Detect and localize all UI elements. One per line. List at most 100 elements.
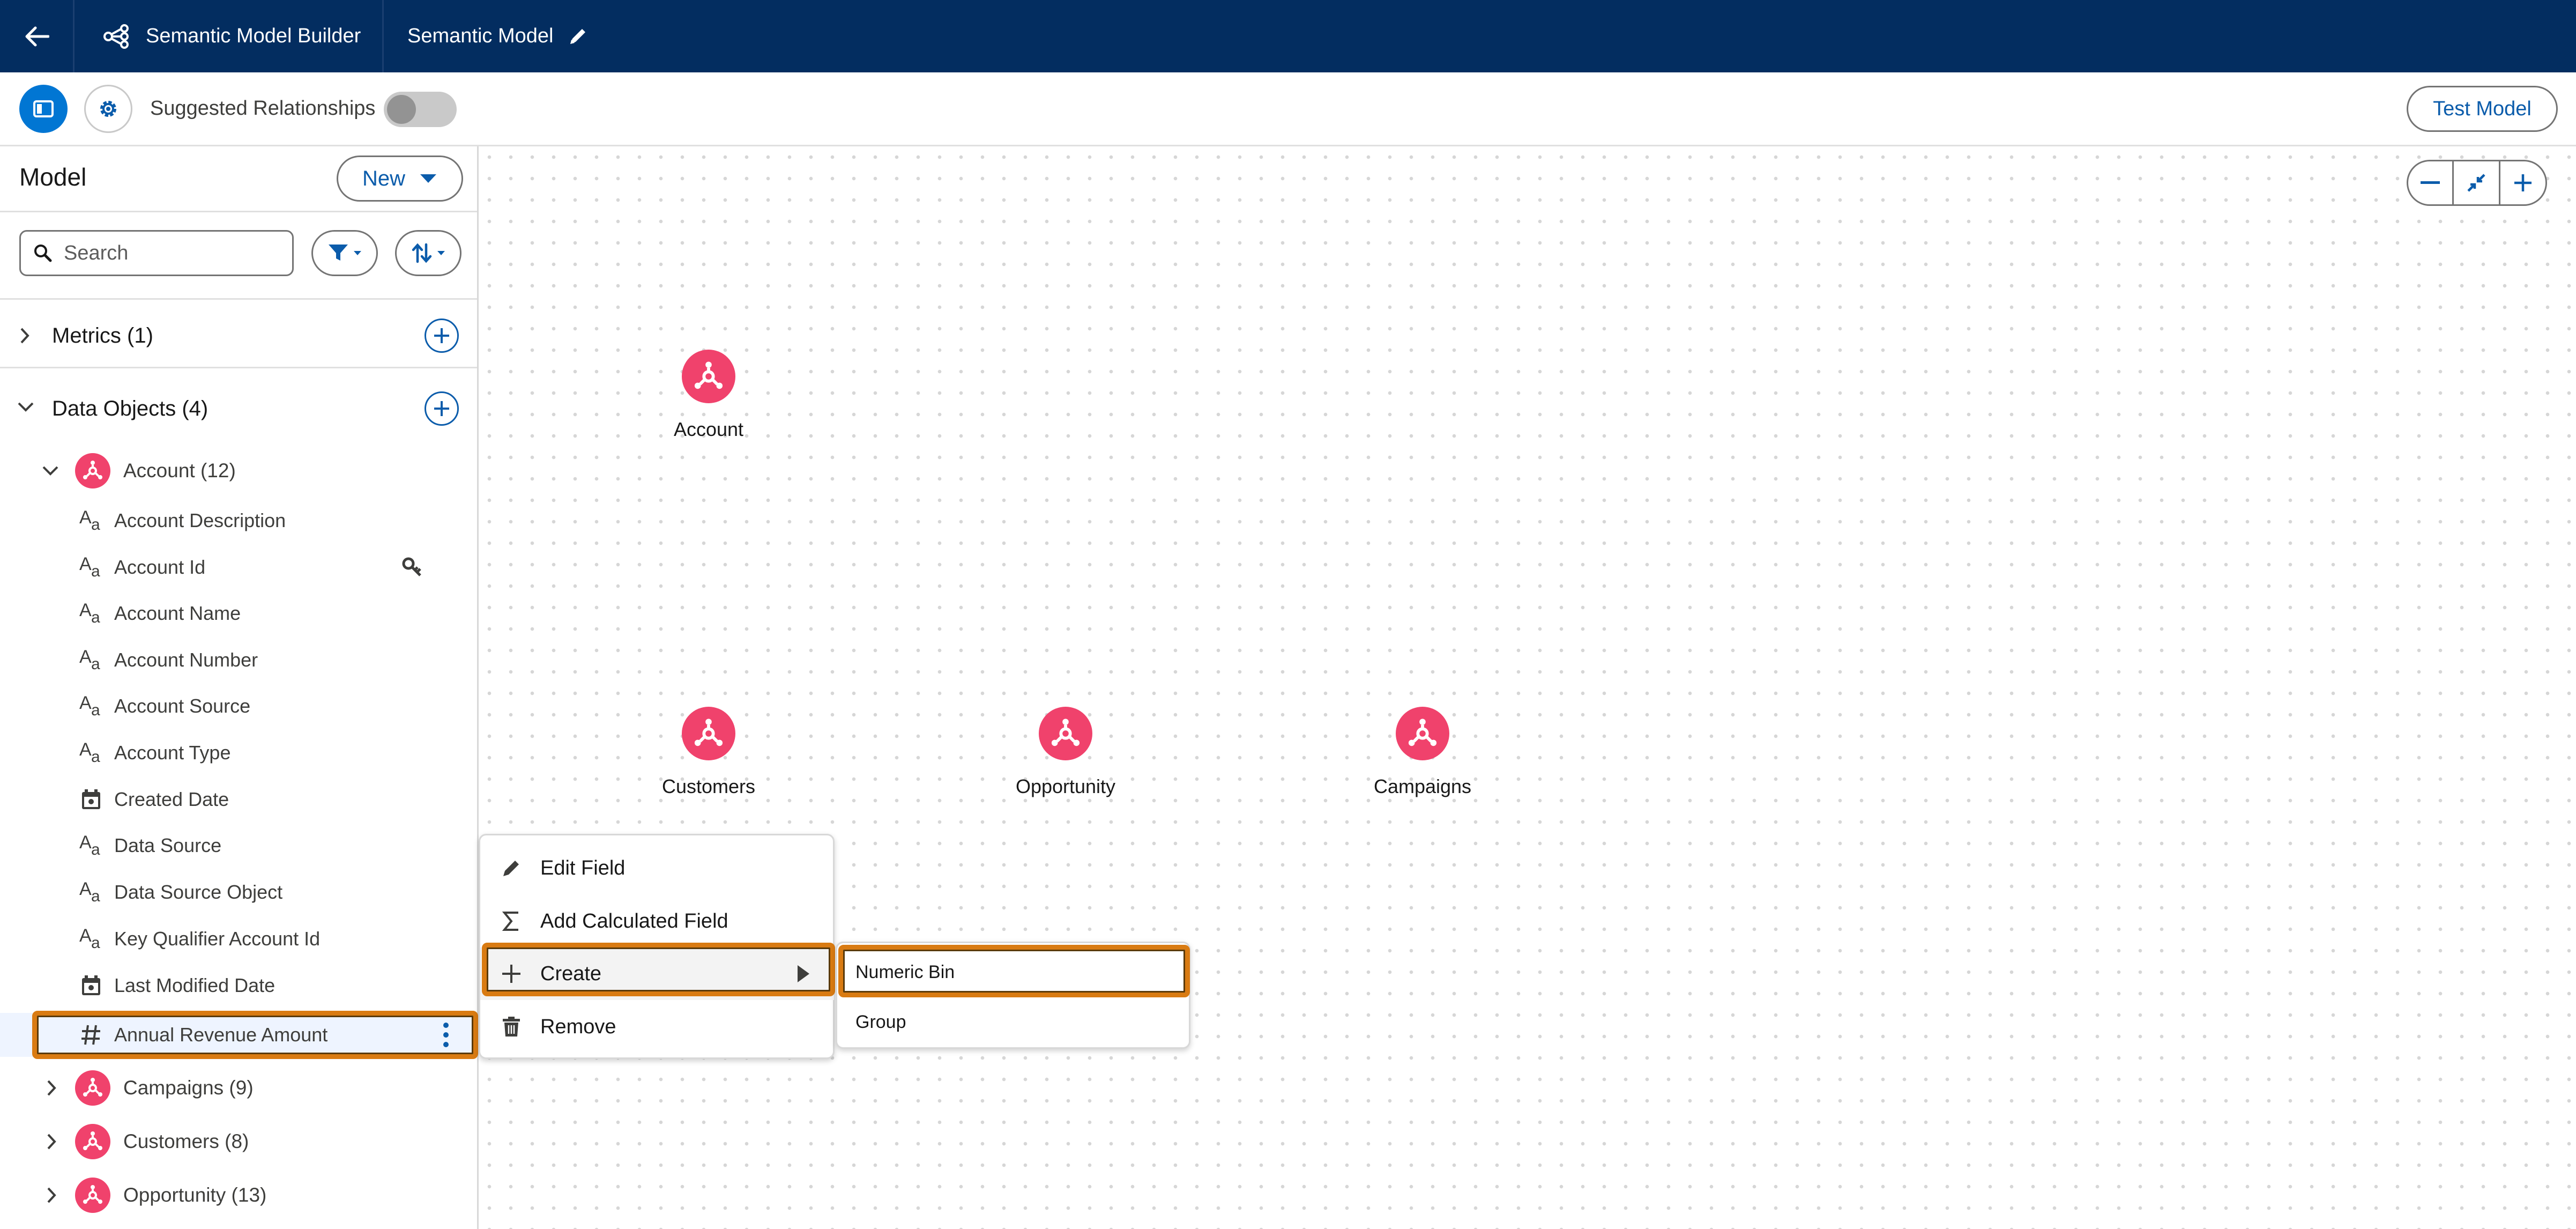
field-row[interactable]: Aa Account Name [0, 591, 477, 635]
sort-button[interactable] [395, 230, 461, 276]
add-data-object-button[interactable] [425, 391, 459, 426]
submenu-item-group[interactable]: Group [837, 996, 1189, 1048]
data-object-campaigns[interactable]: Campaigns (9) [0, 1067, 477, 1109]
object-label: Campaigns (9) [123, 1077, 254, 1099]
calendar-icon [78, 972, 104, 999]
node-label: Opportunity [1015, 775, 1116, 797]
filter-icon [329, 245, 348, 261]
chevron-right-icon[interactable] [19, 327, 30, 344]
canvas-node-campaigns[interactable]: Campaigns [1353, 707, 1492, 798]
field-row[interactable]: Aa Data Source [0, 824, 477, 868]
canvas-node-customers[interactable]: Customers [639, 707, 778, 798]
toggle-panel-button[interactable] [19, 85, 68, 133]
search-icon [34, 245, 52, 262]
data-object-icon [682, 707, 735, 760]
node-label: Account [673, 418, 744, 440]
gear-icon [100, 101, 116, 117]
menu-item-label: Add Calculated Field [540, 909, 728, 932]
field-row[interactable]: Aa Account Type [0, 731, 477, 775]
object-label: Account (12) [123, 460, 236, 482]
zoom-out-button[interactable] [2407, 160, 2454, 206]
chevron-down-icon[interactable] [42, 465, 59, 477]
data-object-icon [75, 1070, 110, 1106]
app-title: Semantic Model Builder [103, 0, 361, 72]
chevron-right-icon[interactable] [46, 1079, 57, 1097]
caret-down-icon [354, 251, 361, 255]
menu-item-remove[interactable]: Remove [480, 1001, 834, 1053]
sigma-icon [498, 908, 524, 934]
model-name: Semantic Model [407, 25, 554, 47]
menu-item-edit-field[interactable]: Edit Field [480, 842, 834, 894]
field-label: Data Source [114, 834, 222, 856]
canvas-node-account[interactable]: Account [639, 350, 778, 441]
data-object-opportunity[interactable]: Opportunity (13) [0, 1174, 477, 1217]
field-row[interactable]: Created Date [0, 778, 477, 821]
field-row[interactable]: Aa Account Id [0, 545, 477, 589]
back-arrow-icon [25, 26, 49, 46]
text-field-icon: Aa [79, 739, 100, 766]
field-label: Key Qualifier Account Id [114, 928, 321, 950]
node-label: Campaigns [1373, 775, 1472, 797]
data-object-icon [1039, 707, 1092, 760]
fit-view-button[interactable] [2452, 160, 2500, 206]
data-object-customers[interactable]: Customers (8) [0, 1120, 477, 1163]
search-box[interactable] [19, 230, 294, 276]
field-row[interactable]: Last Modified Date [0, 964, 477, 1008]
text-field-icon: Aa [79, 879, 100, 905]
field-label: Last Modified Date [114, 974, 276, 996]
text-field-icon: Aa [79, 693, 100, 719]
text-field-icon: Aa [79, 832, 100, 858]
text-field-icon: Aa [79, 507, 100, 534]
plus-icon [434, 328, 449, 343]
chevron-right-icon[interactable] [46, 1133, 57, 1150]
metrics-section[interactable]: Metrics (1) [0, 309, 477, 362]
object-label: Opportunity (13) [123, 1184, 267, 1206]
highlight-frame [32, 1011, 478, 1059]
canvas-node-opportunity[interactable]: Opportunity [996, 707, 1135, 798]
field-label: Account Source [114, 695, 251, 717]
model-canvas[interactable] [479, 146, 2576, 1229]
zoom-in-button[interactable] [2499, 160, 2547, 206]
toggle-knob [387, 95, 416, 124]
app-header: Semantic Model Builder Semantic Model [0, 0, 2576, 72]
data-objects-section[interactable]: Data Objects (4) [0, 382, 477, 435]
model-title: Semantic Model [407, 0, 589, 72]
data-object-account[interactable]: Account (12) [0, 449, 477, 492]
data-object-icon [682, 350, 735, 403]
highlight-frame [482, 943, 835, 996]
field-row[interactable]: Aa Key Qualifier Account Id [0, 917, 477, 961]
object-label: Customers (8) [123, 1130, 249, 1152]
field-row[interactable]: Aa Data Source Object [0, 870, 477, 914]
header-divider [73, 0, 75, 72]
filter-button[interactable] [311, 230, 378, 276]
add-metric-button[interactable] [425, 319, 459, 353]
field-row[interactable]: Aa Account Description [0, 499, 477, 543]
header-divider [382, 0, 384, 72]
field-label: Data Source Object [114, 881, 283, 903]
suggested-relationships-toggle[interactable] [384, 92, 457, 127]
text-field-icon: Aa [79, 554, 100, 580]
panel-title: Model [19, 163, 87, 191]
trash-icon [498, 1014, 524, 1040]
panel-icon [33, 100, 54, 117]
new-button-label: New [362, 166, 406, 190]
search-input[interactable] [64, 241, 267, 265]
test-model-button[interactable]: Test Model [2407, 86, 2558, 132]
field-label: Account Id [114, 556, 206, 578]
edit-pencil-icon[interactable] [567, 26, 589, 47]
menu-item-add-calculated-field[interactable]: Add Calculated Field [480, 895, 834, 947]
metrics-label: Metrics (1) [52, 323, 153, 347]
text-field-icon: Aa [79, 600, 100, 626]
field-label: Account Type [114, 742, 231, 764]
new-button[interactable]: New [337, 156, 463, 202]
data-object-icon [1396, 707, 1449, 760]
field-row[interactable]: Aa Account Number [0, 638, 477, 682]
settings-button[interactable] [84, 85, 132, 133]
divider [0, 298, 477, 300]
back-button[interactable] [16, 16, 58, 56]
chevron-right-icon[interactable] [46, 1187, 57, 1204]
field-row[interactable]: Aa Account Source [0, 684, 477, 728]
data-object-icon [75, 1124, 110, 1159]
chevron-down-icon[interactable] [17, 401, 34, 413]
app-name: Semantic Model Builder [146, 25, 361, 47]
